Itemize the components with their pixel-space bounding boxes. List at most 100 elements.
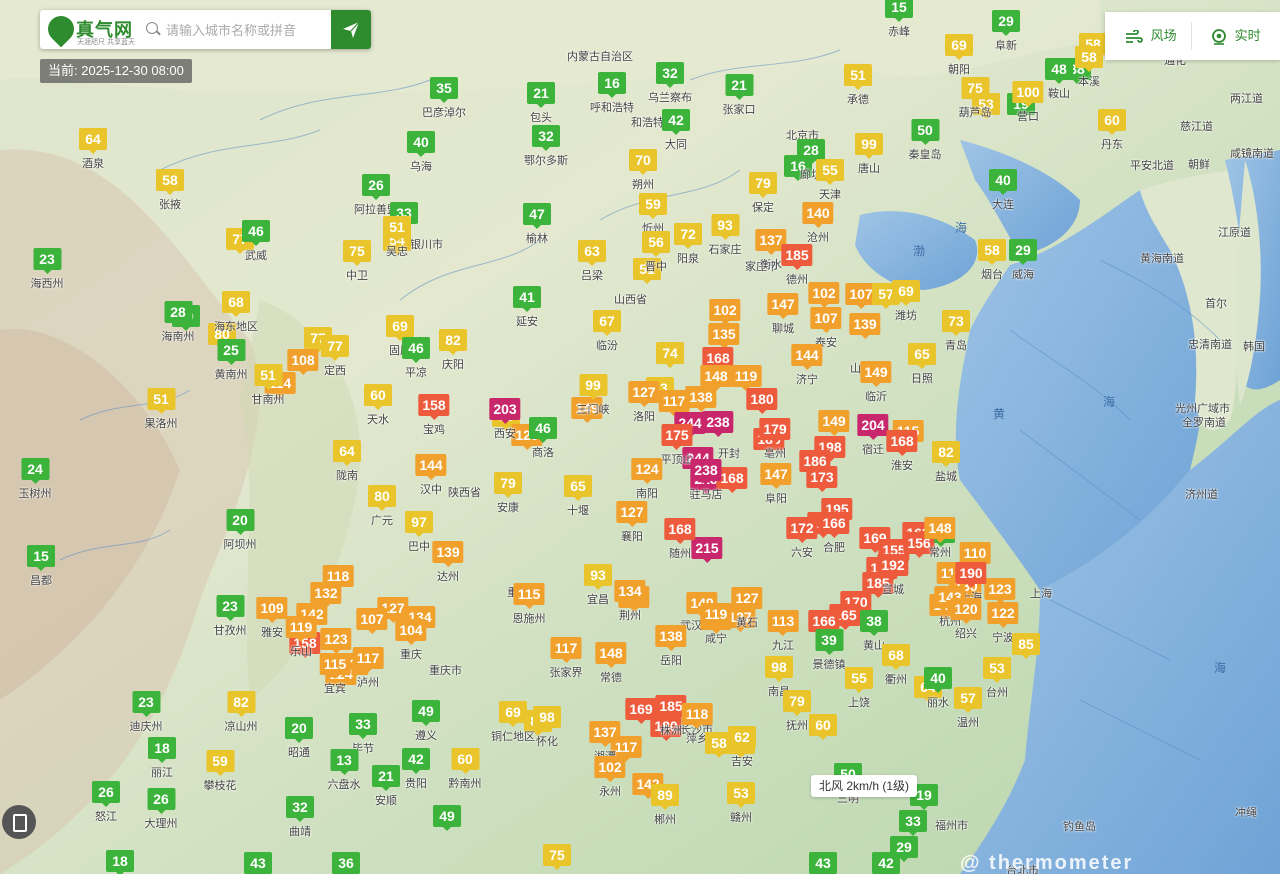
aqi-marker[interactable]: 168 随州	[664, 518, 696, 561]
aqi-marker[interactable]: 43	[809, 852, 837, 874]
aqi-marker[interactable]: 180	[746, 388, 778, 414]
aqi-marker[interactable]: 144 济宁	[791, 344, 823, 387]
aqi-marker[interactable]: 104 重庆	[395, 619, 427, 662]
aqi-marker[interactable]: 75 葫芦岛	[959, 77, 992, 120]
aqi-marker[interactable]: 60	[809, 714, 837, 740]
aqi-marker[interactable]: 40 大连	[989, 169, 1017, 212]
aqi-marker[interactable]: 59 攀枝花	[204, 750, 237, 793]
aqi-marker[interactable]: 57 温州	[954, 687, 982, 730]
aqi-marker[interactable]: 65 十堰	[564, 475, 592, 518]
aqi-marker[interactable]: 215	[691, 537, 723, 563]
aqi-marker[interactable]: 21 张家口	[723, 74, 756, 117]
aqi-marker[interactable]: 63 吕梁	[578, 240, 606, 283]
aqi-marker[interactable]: 67 临汾	[593, 310, 621, 353]
aqi-marker[interactable]: 25 黄南州	[215, 339, 248, 382]
aqi-marker[interactable]: 148	[700, 365, 732, 391]
aqi-marker[interactable]: 173	[806, 466, 838, 492]
aqi-marker[interactable]: 102	[709, 299, 741, 325]
aqi-marker[interactable]: 42 大同	[662, 109, 690, 152]
aqi-marker[interactable]: 115 宜宾	[319, 653, 351, 696]
aqi-marker[interactable]: 117 泸州	[352, 647, 384, 690]
aqi-marker[interactable]: 46 平凉	[402, 337, 430, 380]
aqi-marker[interactable]: 46 武威	[242, 220, 270, 263]
aqi-marker[interactable]: 102 永州	[594, 756, 626, 799]
aqi-marker[interactable]: 55 上饶	[845, 667, 873, 710]
aqi-marker[interactable]: 79 抚州	[783, 690, 811, 733]
aqi-marker[interactable]: 79 安康	[494, 472, 522, 515]
aqi-marker[interactable]: 18 丽江	[148, 737, 176, 780]
aqi-marker[interactable]: 15 昌都	[27, 545, 55, 588]
aqi-marker[interactable]: 124 南阳	[631, 458, 663, 501]
aqi-marker[interactable]: 15 赤峰	[885, 0, 913, 39]
aqi-marker[interactable]: 98 怀化	[533, 706, 561, 749]
aqi-marker[interactable]: 64 陇南	[333, 440, 361, 483]
aqi-marker[interactable]: 60 黔南州	[449, 748, 482, 791]
search-submit-button[interactable]	[331, 10, 371, 49]
aqi-marker[interactable]: 119 乐山	[285, 616, 317, 659]
aqi-marker[interactable]: 119 咸宁	[700, 603, 732, 646]
aqi-marker[interactable]: 82 盐城	[932, 441, 960, 484]
aqi-marker[interactable]: 56 晋中	[642, 231, 670, 274]
aqi-marker[interactable]: 203 西安	[489, 398, 521, 441]
aqi-marker[interactable]: 42 贵阳	[402, 748, 430, 791]
aqi-marker[interactable]: 24 玉树州	[19, 458, 52, 501]
aqi-marker[interactable]: 75	[543, 844, 571, 870]
aqi-marker[interactable]: 53 台州	[983, 657, 1011, 700]
aqi-marker[interactable]: 127 襄阳	[616, 501, 648, 544]
aqi-marker[interactable]: 74	[656, 342, 684, 368]
aqi-marker[interactable]: 18	[106, 850, 134, 874]
aqi-marker[interactable]: 149	[818, 410, 850, 436]
aqi-marker[interactable]: 41 延安	[513, 286, 541, 329]
aqi-marker[interactable]: 139	[849, 313, 881, 339]
aqi-marker[interactable]: 69 潍坊	[892, 280, 920, 323]
aqi-marker[interactable]: 68 衢州	[882, 644, 910, 687]
aqi-marker[interactable]: 32 曲靖	[286, 796, 314, 839]
aqi-marker[interactable]: 65 日照	[908, 343, 936, 386]
aqi-marker[interactable]: 93 宜昌	[584, 564, 612, 607]
aqi-marker[interactable]: 26 大理州	[145, 788, 178, 831]
aqi-marker[interactable]: 99 唐山	[855, 133, 883, 176]
aqi-marker[interactable]: 73 青岛	[942, 310, 970, 353]
aqi-marker[interactable]: 115 恩施州	[513, 583, 546, 626]
aqi-marker[interactable]: 93 石家庄	[709, 214, 742, 257]
aqi-marker[interactable]: 60 丹东	[1098, 109, 1126, 152]
aqi-marker[interactable]: 80 广元	[368, 485, 396, 528]
aqi-marker[interactable]: 53 赣州	[727, 782, 755, 825]
aqi-marker[interactable]: 46 商洛	[529, 417, 557, 460]
aqi-marker[interactable]: 16 呼和浩特	[590, 72, 634, 115]
aqi-marker[interactable]: 55 天津	[816, 159, 844, 202]
aqi-marker[interactable]: 23 甘孜州	[214, 595, 247, 638]
aqi-marker[interactable]: 82 庆阳	[439, 329, 467, 372]
realtime-button[interactable]: 实时	[1211, 12, 1261, 60]
aqi-marker[interactable]: 23 海西州	[31, 248, 64, 291]
aqi-marker[interactable]: 72 阳泉	[674, 223, 702, 266]
aqi-marker[interactable]: 43	[244, 852, 272, 874]
aqi-marker[interactable]: 100 营口	[1012, 81, 1044, 124]
aqi-marker[interactable]: 64 酒泉	[79, 128, 107, 171]
aqi-marker[interactable]: 119	[730, 365, 762, 391]
aqi-marker[interactable]: 168 淮安	[886, 430, 918, 473]
aqi-marker[interactable]: 204 宿迁	[857, 414, 889, 457]
aqi-marker[interactable]: 85	[1012, 633, 1040, 659]
aqi-marker[interactable]: 158 宝鸡	[418, 394, 450, 437]
aqi-marker[interactable]: 58 烟台	[978, 239, 1006, 282]
aqi-marker[interactable]: 29 阜新	[992, 10, 1020, 53]
aqi-marker[interactable]: 51 果洛州	[145, 388, 178, 431]
aqi-marker[interactable]: 147 阜阳	[760, 463, 792, 506]
aqi-marker[interactable]: 117 张家界	[550, 637, 583, 680]
aqi-marker[interactable]: 51 承德	[844, 64, 872, 107]
wind-field-button[interactable]: 风场	[1125, 12, 1177, 60]
aqi-marker[interactable]: 42	[872, 852, 900, 874]
aqi-marker[interactable]: 109 雅安	[256, 597, 288, 640]
aqi-marker[interactable]: 123	[320, 628, 352, 654]
aqi-marker[interactable]: 148 常州	[924, 517, 956, 560]
aqi-marker[interactable]: 238	[702, 411, 734, 437]
aqi-marker[interactable]: 166 合肥	[818, 512, 850, 555]
aqi-marker[interactable]: 70 朔州	[629, 149, 657, 192]
aqi-marker[interactable]: 89 郴州	[651, 784, 679, 827]
aqi-marker[interactable]: 51 吴忠	[383, 216, 411, 259]
aqi-marker[interactable]: 69 朝阳	[945, 34, 973, 77]
aqi-marker[interactable]: 79 保定	[749, 172, 777, 215]
aqi-marker[interactable]: 32 乌兰察布	[648, 62, 692, 105]
aqi-marker[interactable]: 47 榆林	[523, 203, 551, 246]
